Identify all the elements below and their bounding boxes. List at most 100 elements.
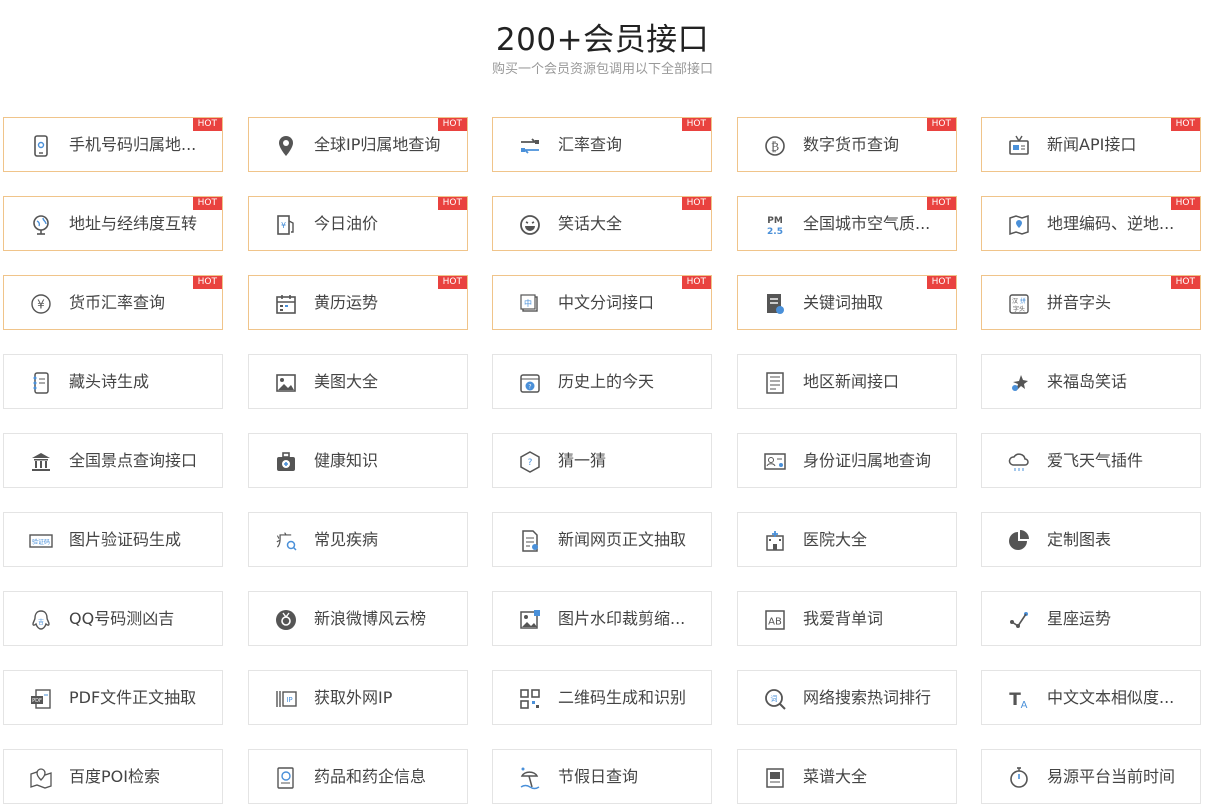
api-card[interactable]: 菜谱大全HOT: [737, 749, 957, 804]
api-card[interactable]: 新闻API接口 HOT: [981, 117, 1201, 172]
bitcoin-icon: ₿: [763, 134, 787, 158]
api-card[interactable]: 疒常见疾病HOT: [248, 512, 468, 567]
api-card[interactable]: AB我爱背单词HOT: [737, 591, 957, 646]
api-card[interactable]: 汉拼字头 拼音字头 HOT: [981, 275, 1201, 330]
api-card[interactable]: 易源平台当前时间HOT: [981, 749, 1201, 804]
svg-text:?: ?: [528, 458, 533, 468]
api-card[interactable]: 中 中文分词接口 HOT: [492, 275, 712, 330]
api-card[interactable]: 定制图表HOT: [981, 512, 1201, 567]
api-card[interactable]: 全国景点查询接口HOT: [3, 433, 223, 488]
api-card-label: 健康知识: [314, 451, 379, 470]
api-card[interactable]: 药品和药企信息HOT: [248, 749, 468, 804]
api-card-label: 地理编码、逆地...: [1047, 214, 1175, 233]
api-card[interactable]: 词网络搜索热词排行HOT: [737, 670, 957, 725]
medicine-doc-icon: [274, 766, 298, 790]
api-card[interactable]: ¥ 今日油价 HOT: [248, 196, 468, 251]
api-card[interactable]: 新闻网页正文抽取HOT: [492, 512, 712, 567]
api-card[interactable]: 笑话大全 HOT: [492, 196, 712, 251]
api-card[interactable]: 来福岛笑话HOT: [981, 354, 1201, 409]
api-card[interactable]: IP获取外网IPHOT: [248, 670, 468, 725]
api-card-label: 今日油价: [314, 214, 379, 233]
api-card[interactable]: 二维码生成和识别HOT: [492, 670, 712, 725]
web-document-icon: [518, 529, 542, 553]
api-card[interactable]: 地址与经纬度互转 HOT: [3, 196, 223, 251]
svg-text:IP: IP: [286, 696, 292, 704]
api-card-label: 关键词抽取: [803, 293, 884, 312]
hot-badge: HOT: [1170, 118, 1200, 131]
hot-badge: HOT: [1170, 276, 1200, 289]
yen-coin-icon: ¥: [29, 292, 53, 316]
api-card[interactable]: 汇率查询 HOT: [492, 117, 712, 172]
calendar-icon: [274, 292, 298, 316]
api-card-label: 货币汇率查询: [69, 293, 166, 312]
svg-text:汉: 汉: [1012, 297, 1018, 305]
api-card[interactable]: 藏头诗生成HOT: [3, 354, 223, 409]
api-card-label: 菜谱大全: [803, 767, 868, 786]
chinese-char-icon: 中: [518, 292, 542, 316]
image-edit-icon: [518, 608, 542, 632]
id-card-icon: [763, 450, 787, 474]
api-card[interactable]: 图片水印裁剪缩...HOT: [492, 591, 712, 646]
api-card-label: 医院大全: [803, 530, 868, 549]
api-card[interactable]: ¥ 货币汇率查询 HOT: [3, 275, 223, 330]
api-card[interactable]: 美图大全HOT: [248, 354, 468, 409]
globe-icon: [29, 213, 53, 237]
page-title: 200+会员接口: [495, 22, 710, 58]
api-card[interactable]: 全球IP归属地查询 HOT: [248, 117, 468, 172]
cube-question-icon: ?: [518, 450, 542, 474]
api-card[interactable]: 身份证归属地查询HOT: [737, 433, 957, 488]
calendar-history-icon: ?: [518, 371, 542, 395]
api-card[interactable]: 地区新闻接口HOT: [737, 354, 957, 409]
svg-text:词: 词: [771, 695, 778, 703]
hospital-icon: [763, 529, 787, 553]
api-card[interactable]: ?历史上的今天HOT: [492, 354, 712, 409]
api-card-label: 中文分词接口: [558, 293, 655, 312]
api-card-label: PDF文件正文抽取: [69, 688, 197, 707]
api-card-label: 节假日查询: [558, 767, 639, 786]
api-card-label: 我爱背单词: [803, 609, 884, 628]
api-card[interactable]: 新浪微博风云榜HOT: [248, 591, 468, 646]
api-card[interactable]: ?猜一猜HOT: [492, 433, 712, 488]
api-card[interactable]: 百度POI检索HOT: [3, 749, 223, 804]
api-card-label: 全国景点查询接口: [69, 451, 198, 470]
hot-badge: HOT: [192, 197, 222, 210]
api-card[interactable]: ₿ 数字货币查询 HOT: [737, 117, 957, 172]
api-card[interactable]: 健康知识HOT: [248, 433, 468, 488]
api-card-label: 常见疾病: [314, 530, 379, 549]
svg-text:拼: 拼: [1020, 297, 1026, 305]
api-card-label: 定制图表: [1047, 530, 1112, 549]
api-card-label: 汇率查询: [558, 135, 623, 154]
api-card-label: 数字货币查询: [803, 135, 900, 154]
api-card[interactable]: 验证码图片验证码生成HOT: [3, 512, 223, 567]
page-subtitle: 购买一个会员资源包调用以下全部接口: [491, 62, 713, 77]
api-card[interactable]: 爱飞天气插件HOT: [981, 433, 1201, 488]
api-card[interactable]: 手机号码归属地... HOT: [3, 117, 223, 172]
api-card[interactable]: 地理编码、逆地... HOT: [981, 196, 1201, 251]
api-card[interactable]: 医院大全HOT: [737, 512, 957, 567]
star-burst-icon: [1007, 371, 1031, 395]
api-card-label: 藏头诗生成: [69, 372, 150, 391]
hot-badge: HOT: [681, 118, 711, 131]
svg-text:疒: 疒: [276, 531, 292, 550]
newspaper-icon: [763, 371, 787, 395]
api-card[interactable]: 黄历运势 HOT: [248, 275, 468, 330]
svg-text:T: T: [1009, 690, 1021, 710]
svg-text:AB: AB: [768, 617, 782, 628]
api-card[interactable]: 吉QQ号码测凶吉HOT: [3, 591, 223, 646]
api-card[interactable]: PM 2.5 全国城市空气质... HOT: [737, 196, 957, 251]
api-card[interactable]: PDFPDF文件正文抽取HOT: [3, 670, 223, 725]
api-card[interactable]: 节假日查询HOT: [492, 749, 712, 804]
api-card[interactable]: 星座运势HOT: [981, 591, 1201, 646]
api-card-label: 易源平台当前时间: [1047, 767, 1176, 786]
stopwatch-icon: [1007, 766, 1031, 790]
api-card[interactable]: 关键词抽取 HOT: [737, 275, 957, 330]
medal-icon: [274, 608, 298, 632]
api-card[interactable]: TA中文文本相似度...HOT: [981, 670, 1201, 725]
api-card-label: 身份证归属地查询: [803, 451, 932, 470]
svg-text:A: A: [1021, 700, 1028, 711]
api-card-label: 百度POI检索: [69, 767, 160, 786]
api-card-label: 网络搜索热词排行: [803, 688, 932, 707]
api-card-label: 二维码生成和识别: [558, 688, 687, 707]
qr-code-icon: [518, 687, 542, 711]
hot-badge: HOT: [437, 276, 467, 289]
